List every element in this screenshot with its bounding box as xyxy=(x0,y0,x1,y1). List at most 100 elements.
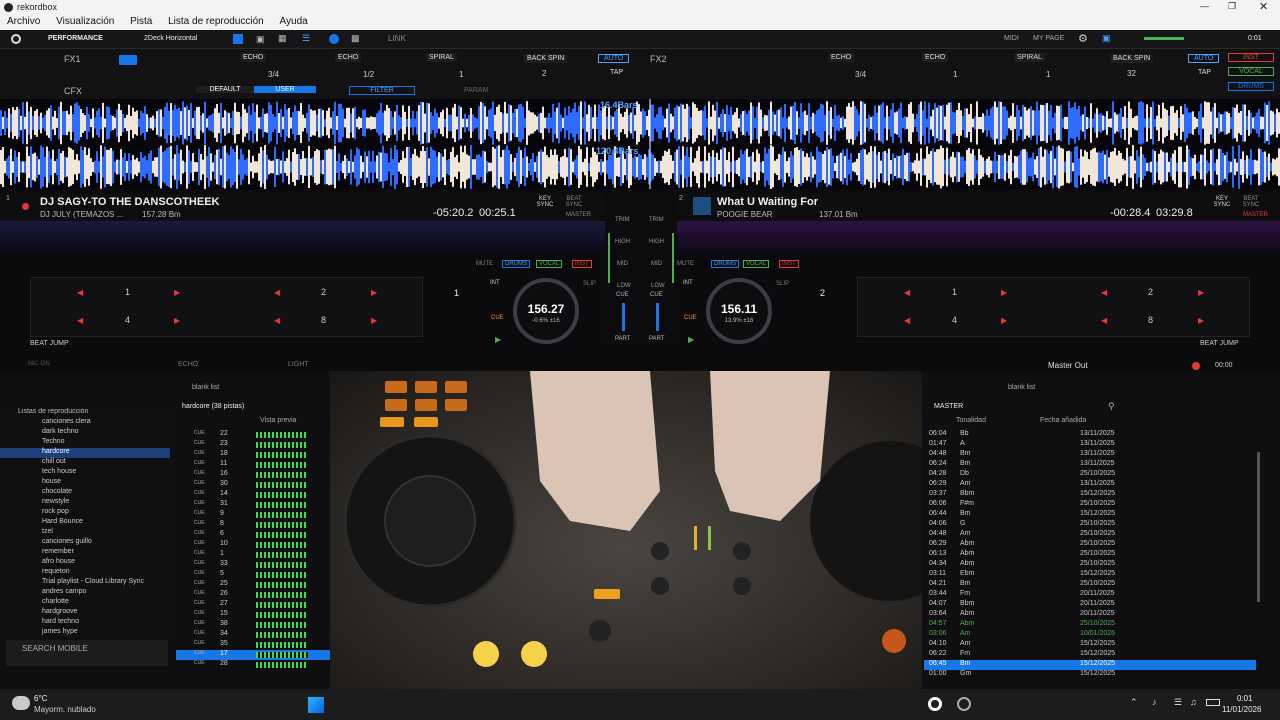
playlist-item[interactable]: Hard Bounce xyxy=(0,518,170,528)
stem-vocal-button[interactable]: VOCAL xyxy=(1228,67,1274,76)
deck2-beatjump-label[interactable]: BEAT JUMP xyxy=(1200,340,1239,347)
preview-waveform[interactable] xyxy=(256,482,308,488)
menu-ayuda[interactable]: Ayuda xyxy=(280,16,308,27)
fx1-tap-button[interactable]: TAP xyxy=(610,69,623,76)
preview-waveform[interactable] xyxy=(256,582,308,588)
table-row[interactable]: 04:28 Db 25/10/2025 xyxy=(924,470,1256,480)
deck1-int-label[interactable]: INT xyxy=(490,280,500,286)
deck2-vocal[interactable]: VOCAL xyxy=(743,260,770,268)
playlist-item[interactable]: tech house xyxy=(0,468,170,478)
preview-waveform[interactable] xyxy=(256,652,308,658)
deck2-key-sync[interactable]: KEY SYNC xyxy=(1211,196,1233,208)
table-row[interactable]: CUE 28 xyxy=(176,660,330,670)
menu-lista[interactable]: Lista de reproducción xyxy=(168,16,264,27)
pad-right-arrow[interactable]: ▶ xyxy=(1001,288,1007,297)
monitor-icon[interactable]: ▣ xyxy=(1102,33,1111,44)
col-preview[interactable]: Vista previa xyxy=(260,417,296,424)
menu-visualizacion[interactable]: Visualización xyxy=(56,16,114,27)
table-row[interactable]: 03:06 Am 10/01/2026 xyxy=(924,630,1256,640)
preview-waveform[interactable] xyxy=(256,662,308,668)
cue-label-2[interactable]: CUE xyxy=(650,292,663,298)
table-row[interactable]: 06:04 Bb 13/11/2025 xyxy=(924,430,1256,440)
midi-button[interactable]: MIDI xyxy=(1004,35,1019,42)
cfx-user-button[interactable]: USER xyxy=(254,86,316,93)
table-row[interactable]: CUE 33 xyxy=(176,560,330,570)
search-icon[interactable]: ⚲ xyxy=(1108,401,1115,412)
table-row[interactable]: CUE 30 xyxy=(176,480,330,490)
weather-icon[interactable] xyxy=(12,696,30,710)
pad-beat-2[interactable]: 2 xyxy=(321,287,326,297)
mypage-button[interactable]: MY PAGE xyxy=(1033,35,1064,42)
preview-waveform[interactable] xyxy=(256,512,308,518)
table-row[interactable]: 06:13 Abm 25/10/2025 xyxy=(924,550,1256,560)
deck1-mini-waveform[interactable] xyxy=(0,221,605,253)
table-row[interactable]: CUE 6 xyxy=(176,530,330,540)
playlist-item[interactable]: requeton xyxy=(0,568,170,578)
rekordbox-taskbar-icon[interactable] xyxy=(928,697,942,711)
deck2-play-button[interactable]: ▶ xyxy=(688,335,694,344)
maximize-button[interactable]: ❐ xyxy=(1228,1,1236,12)
battery-icon[interactable] xyxy=(1206,699,1220,706)
deck2-beat-sync[interactable]: BEAT SYNC xyxy=(1240,196,1262,208)
table-row[interactable]: CUE 25 xyxy=(176,580,330,590)
taskbar-date[interactable]: 11/01/2026 xyxy=(1222,705,1261,714)
playlist-item[interactable]: newstyle xyxy=(0,498,170,508)
pad-right-arrow[interactable]: ▶ xyxy=(1198,316,1204,325)
table-row[interactable]: CUE 11 xyxy=(176,460,330,470)
table-row[interactable]: CUE 1 xyxy=(176,550,330,560)
master-select[interactable]: MASTER xyxy=(934,403,963,410)
table-row[interactable]: 03:64 Abm 20/11/2025 xyxy=(924,610,1256,620)
table-row[interactable]: CUE 23 xyxy=(176,440,330,450)
deck1-inst[interactable]: INST xyxy=(572,260,592,268)
preview-waveform[interactable] xyxy=(256,432,308,438)
pad-right-arrow[interactable]: ▶ xyxy=(1198,288,1204,297)
fx1-beat-2[interactable]: 1/2 xyxy=(363,70,374,79)
menu-archivo[interactable]: Archivo xyxy=(7,16,40,27)
fx1-slot-3[interactable]: SPIRAL xyxy=(426,53,457,62)
table-row[interactable]: CUE 14 xyxy=(176,490,330,500)
fx2-tap-button[interactable]: TAP xyxy=(1198,69,1211,76)
table-row[interactable]: CUE 15 xyxy=(176,610,330,620)
deck1-beatjump-label[interactable]: BEAT JUMP xyxy=(30,340,69,347)
settings-gear-icon[interactable]: ⚙ xyxy=(1078,32,1088,45)
volume-icon[interactable]: ♫ xyxy=(1190,697,1197,707)
pad-beat-4[interactable]: 4 xyxy=(125,315,130,325)
fx1-auto-button[interactable]: AUTO xyxy=(598,54,630,63)
preview-waveform[interactable] xyxy=(256,532,308,538)
fx1-slot-1[interactable]: ECHO xyxy=(240,53,267,62)
table-row[interactable]: 06:44 Bm 15/12/2025 xyxy=(924,510,1256,520)
cue-label-1[interactable]: CUE xyxy=(616,292,629,298)
preview-waveform[interactable] xyxy=(256,522,308,528)
deck1-vocal[interactable]: VOCAL xyxy=(536,260,563,268)
table-row[interactable]: 01:00 Gm 15/12/2025 xyxy=(924,670,1256,680)
table-row[interactable]: CUE 8 xyxy=(176,520,330,530)
playlist-item[interactable]: Techno xyxy=(0,438,170,448)
playlist-item[interactable]: charlotte xyxy=(0,598,170,608)
playlist-item[interactable]: rock pop xyxy=(0,508,170,518)
table-row[interactable]: 06:29 Abm 25/10/2025 xyxy=(924,540,1256,550)
taskbar-time[interactable]: 0:01 xyxy=(1237,694,1253,703)
pad-beat-1[interactable]: 1 xyxy=(952,287,957,297)
table-row[interactable]: CUE 17 xyxy=(176,650,330,660)
table-row[interactable]: CUE 22 xyxy=(176,430,330,440)
table-row[interactable]: 04:10 Am 15/12/2025 xyxy=(924,640,1256,650)
fx2-beat-2[interactable]: 1 xyxy=(953,70,957,79)
col-date[interactable]: Fecha añadida xyxy=(1040,417,1086,424)
part-label-1[interactable]: PART xyxy=(615,336,630,342)
search-mobile-button[interactable]: SEARCH MOBILE xyxy=(6,640,168,666)
pad-left-arrow[interactable]: ◀ xyxy=(1101,316,1107,325)
fx1-channel-1[interactable] xyxy=(119,55,137,65)
mode-select[interactable]: PERFORMANCE xyxy=(48,35,103,42)
waveform-overview[interactable]: 16.4Bars 120.4Bars xyxy=(0,99,1280,189)
playlist-item[interactable]: james hype xyxy=(0,628,170,636)
playlist-item[interactable]: hardgroove xyxy=(0,608,170,618)
pad-beat-8[interactable]: 8 xyxy=(321,315,326,325)
microphone-icon[interactable]: ♪ xyxy=(1152,697,1157,707)
table-row[interactable]: 04:57 Abm 25/10/2025 xyxy=(924,620,1256,630)
obs-taskbar-icon[interactable] xyxy=(957,697,971,711)
part-label-2[interactable]: PART xyxy=(649,336,664,342)
menu-pista[interactable]: Pista xyxy=(130,16,152,27)
col-key[interactable]: Tonalidad xyxy=(956,417,986,424)
table-row[interactable]: 06:24 Bm 13/11/2025 xyxy=(924,460,1256,470)
table-row[interactable]: 03:37 Bbm 15/12/2025 xyxy=(924,490,1256,500)
